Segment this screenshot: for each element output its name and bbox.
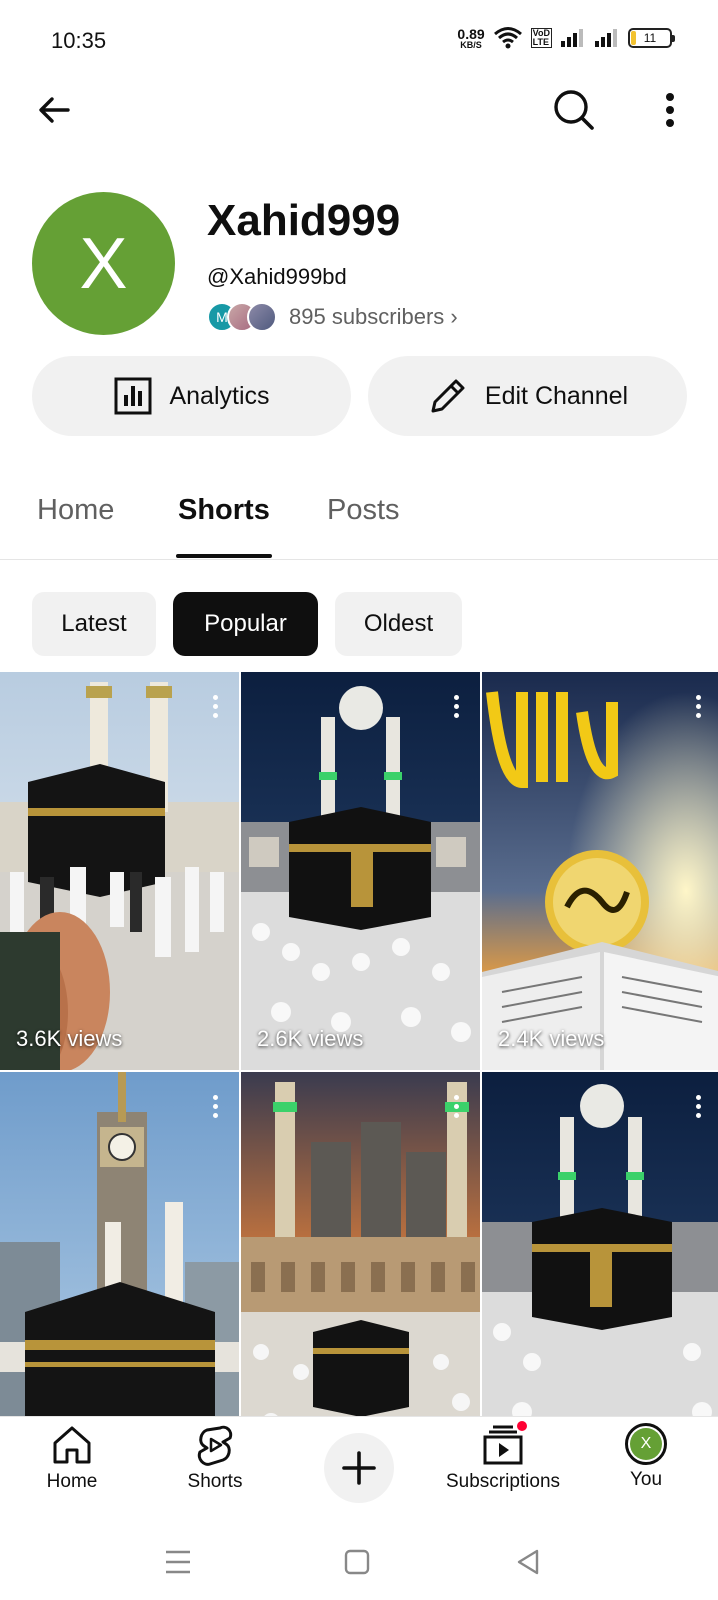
- arrow-left-icon: [39, 97, 70, 123]
- network-speed-unit: KB/S: [460, 39, 482, 50]
- status-bar: 10:35 0.89 KB/S VoD LTE 11: [0, 0, 718, 80]
- back-button[interactable]: [26, 82, 82, 138]
- plus-icon: [342, 1451, 376, 1485]
- bottom-navigation: Home Shorts Subscriptions X You: [0, 1416, 718, 1524]
- channel-handle: @Xahid999bd: [207, 264, 347, 289]
- network-speed: 0.89 KB/S: [457, 27, 484, 50]
- short-card[interactable]: [482, 1072, 718, 1470]
- create-button[interactable]: [324, 1433, 394, 1503]
- recent-apps-button[interactable]: [158, 1542, 198, 1582]
- short-views: 3.6K views: [16, 1026, 123, 1051]
- pencil-icon: [431, 379, 465, 413]
- subscriber-avatar: [247, 302, 277, 332]
- nav-shorts[interactable]: Shorts: [140, 1423, 290, 1493]
- nav-subscriptions[interactable]: Subscriptions: [428, 1419, 578, 1493]
- nav-you-label: You: [629, 1469, 663, 1490]
- short-thumbnail: [241, 1072, 480, 1470]
- short-card[interactable]: 2.4K views: [482, 672, 718, 1070]
- status-icons: 0.89 KB/S VoD LTE 11: [457, 26, 675, 50]
- short-thumbnail: [482, 672, 718, 1070]
- volte-bottom-text: LTE: [532, 37, 549, 47]
- chip-popular[interactable]: Popular: [173, 592, 318, 656]
- short-card[interactable]: [241, 1072, 480, 1470]
- nav-home-label: Home: [46, 1471, 98, 1492]
- subscriber-count: 895 subscribers: [289, 304, 445, 329]
- nav-subscriptions-label: Subscriptions: [445, 1471, 561, 1492]
- back-system-button[interactable]: [508, 1542, 548, 1582]
- short-thumbnail: [0, 672, 239, 1070]
- short-more-button[interactable]: [444, 1090, 468, 1122]
- short-thumbnail: [0, 1072, 239, 1470]
- nav-shorts-label: Shorts: [187, 1471, 243, 1492]
- shorts-icon: [197, 1425, 233, 1466]
- channel-avatar[interactable]: X: [32, 192, 175, 335]
- edit-channel-label: Edit Channel: [484, 381, 629, 410]
- signal-2-icon: [595, 29, 617, 47]
- short-more-button[interactable]: [203, 1090, 227, 1122]
- more-vert-icon: [666, 93, 674, 127]
- search-icon: [554, 90, 594, 130]
- top-app-bar: [0, 80, 718, 144]
- channel-name: Xahid999: [207, 196, 401, 245]
- more-options-button[interactable]: [642, 82, 698, 138]
- you-avatar-letter: X: [630, 1428, 662, 1460]
- signal-1-icon: [561, 29, 583, 47]
- edit-channel-button[interactable]: Edit Channel: [368, 356, 687, 436]
- tab-posts[interactable]: Posts: [327, 494, 400, 527]
- shorts-grid: 3.6K views 2.6K views 2.4K views: [0, 672, 718, 1470]
- short-more-button[interactable]: [203, 690, 227, 722]
- short-card[interactable]: [0, 1072, 239, 1470]
- volte-icon: VoD LTE: [530, 28, 552, 48]
- active-tab-indicator: [176, 554, 272, 558]
- channel-tabs: Home Shorts Posts: [0, 476, 718, 560]
- square-icon: [344, 1549, 370, 1575]
- menu-icon: [166, 1550, 190, 1574]
- chevron-right-icon: ›: [450, 304, 458, 329]
- home-system-button[interactable]: [337, 1542, 377, 1582]
- short-views: 2.4K views: [498, 1026, 605, 1051]
- short-thumbnail: [482, 1072, 718, 1470]
- you-avatar: X: [625, 1423, 667, 1465]
- battery-icon: 11: [628, 28, 675, 48]
- short-card[interactable]: 2.6K views: [241, 672, 480, 1070]
- analytics-label: Analytics: [169, 381, 270, 410]
- wifi-icon: [493, 27, 522, 49]
- tab-home[interactable]: Home: [37, 494, 114, 527]
- status-time: 10:35: [51, 28, 107, 53]
- short-more-button[interactable]: [686, 1090, 710, 1122]
- short-thumbnail: [241, 672, 480, 1070]
- chip-latest[interactable]: Latest: [32, 592, 156, 656]
- tab-shorts[interactable]: Shorts: [178, 494, 270, 527]
- battery-level: 11: [643, 31, 657, 45]
- subscriber-avatars: M: [207, 302, 277, 332]
- short-views: 2.6K views: [257, 1026, 364, 1051]
- search-button[interactable]: [546, 82, 602, 138]
- short-more-button[interactable]: [444, 690, 468, 722]
- triangle-back-icon: [517, 1549, 539, 1575]
- network-speed-value: 0.89: [457, 25, 485, 42]
- system-navigation-bar: [0, 1524, 718, 1600]
- analytics-icon: [114, 377, 152, 415]
- analytics-button[interactable]: Analytics: [32, 356, 351, 436]
- short-card[interactable]: 3.6K views: [0, 672, 239, 1070]
- nav-home[interactable]: Home: [0, 1423, 147, 1493]
- subscribers-link[interactable]: M 895 subscribers ›: [207, 302, 458, 332]
- nav-you[interactable]: X You: [571, 1423, 718, 1491]
- chip-oldest[interactable]: Oldest: [335, 592, 462, 656]
- home-icon: [53, 1426, 91, 1464]
- short-more-button[interactable]: [686, 690, 710, 722]
- notification-dot: [515, 1419, 529, 1433]
